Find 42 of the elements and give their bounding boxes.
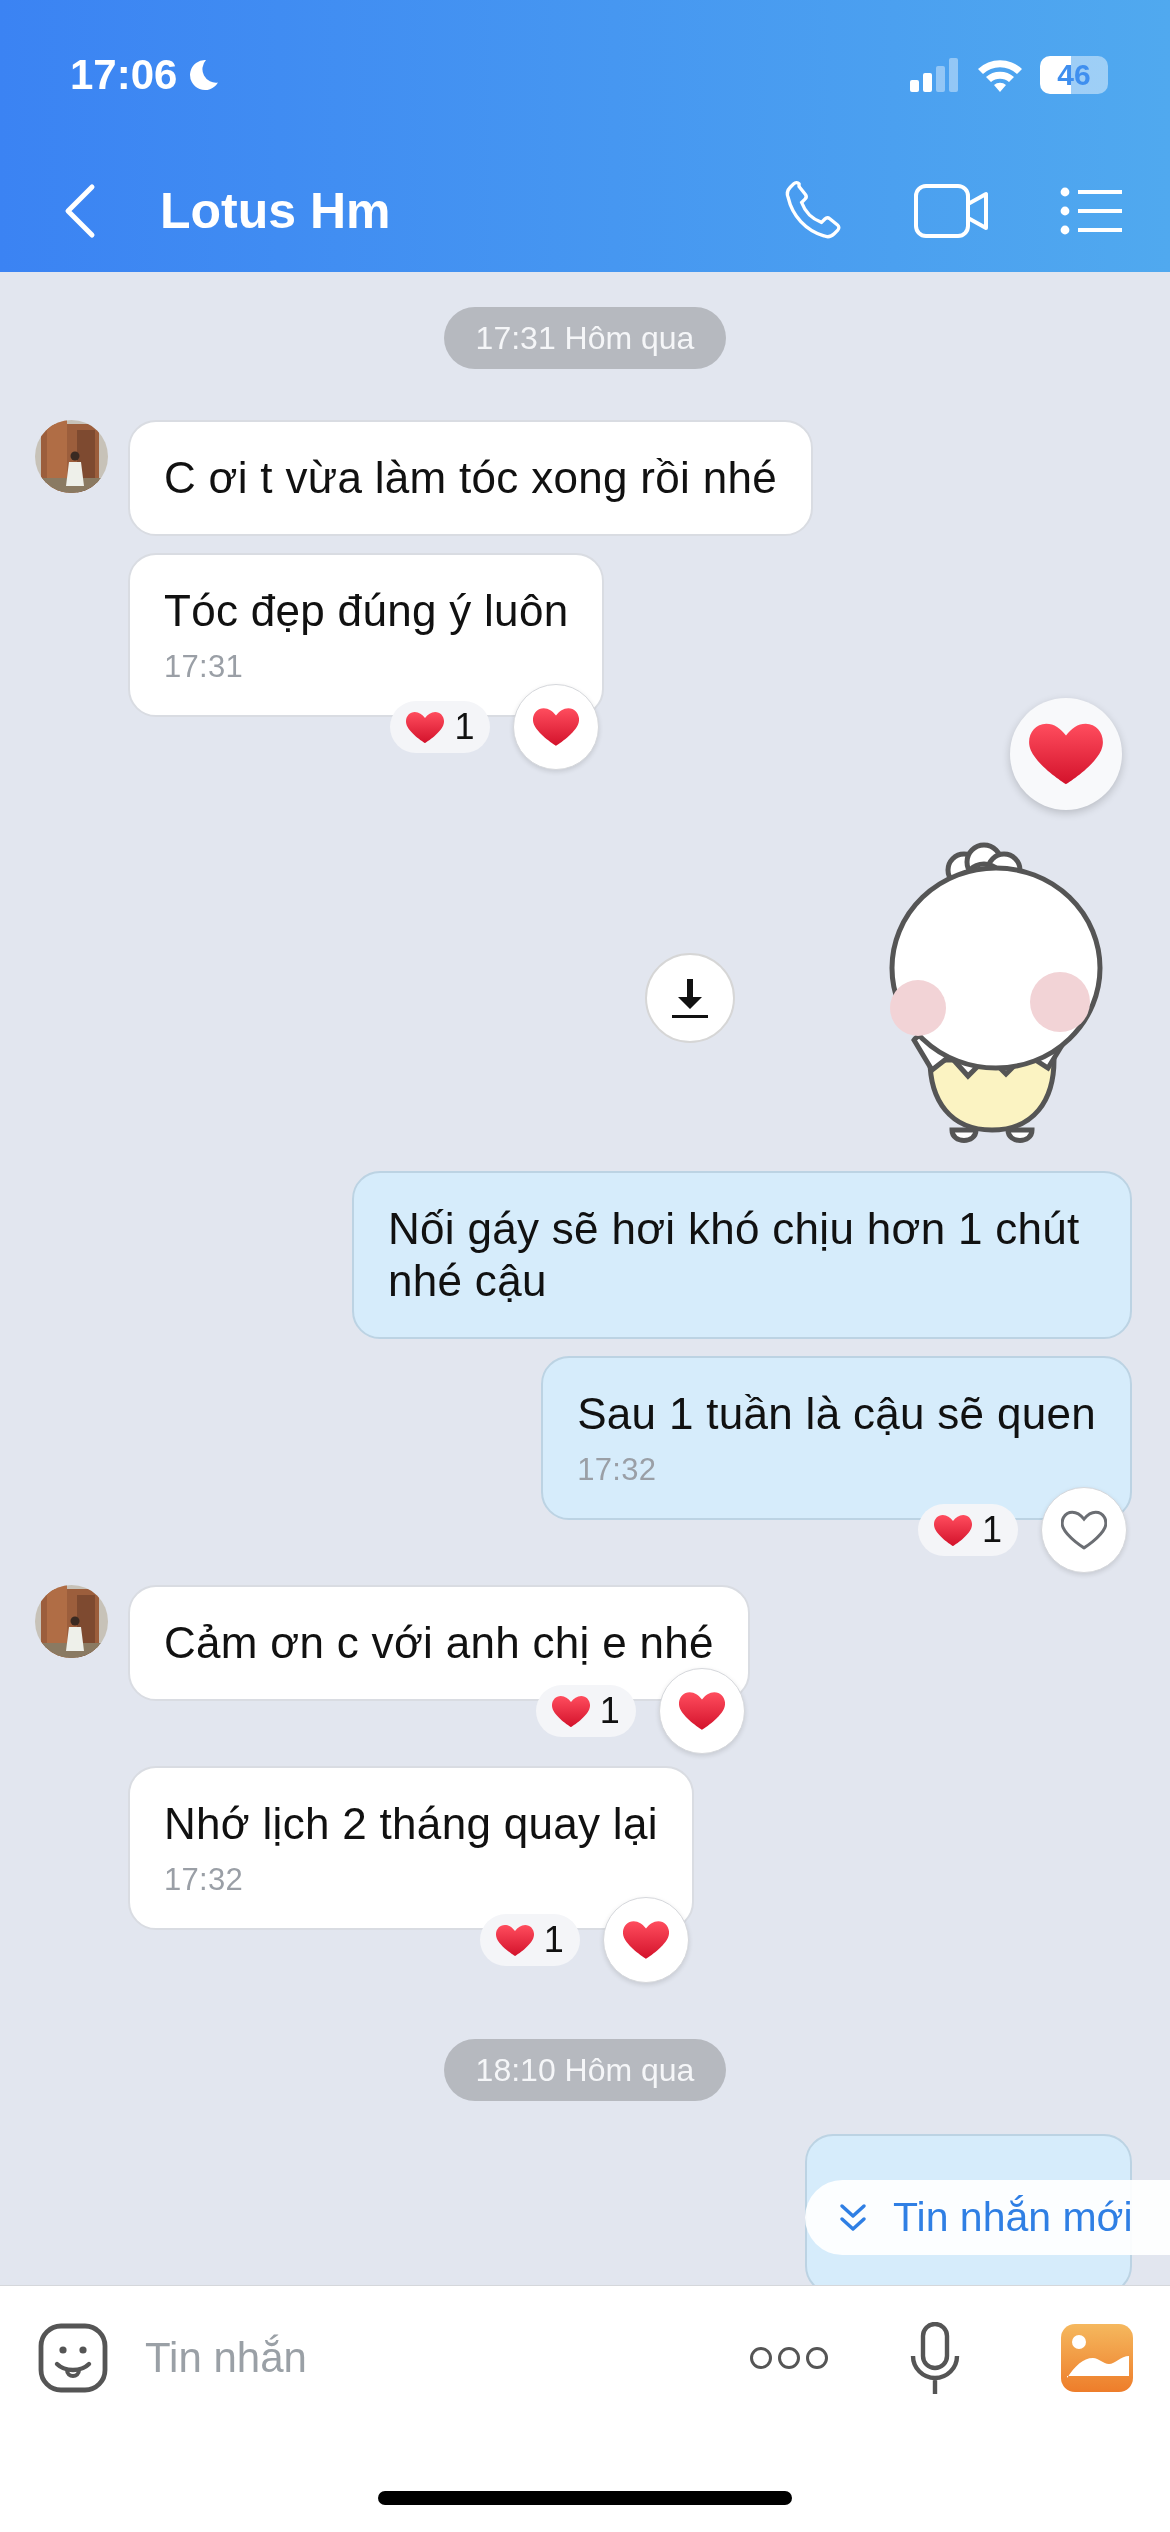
heart-icon: [406, 710, 445, 744]
microphone-icon[interactable]: [909, 2322, 961, 2394]
react-button[interactable]: [513, 684, 600, 770]
reaction-count: 1: [981, 1509, 1002, 1551]
message-text: Nhớ lịch 2 tháng quay lại: [164, 1798, 658, 1850]
chat-title: Lotus Hm: [160, 182, 392, 240]
signal-icon: [910, 58, 960, 92]
reaction-count: 1: [543, 1919, 564, 1961]
heart-icon: [1061, 1510, 1107, 1550]
new-messages-banner[interactable]: Tin nhắn mới: [805, 2180, 1170, 2255]
image-icon[interactable]: [1061, 2324, 1133, 2392]
reaction-count: 1: [454, 706, 475, 748]
video-camera-icon[interactable]: [914, 184, 990, 238]
menu-icon[interactable]: [1060, 187, 1122, 235]
date-label: 17:31 Hôm qua: [443, 307, 727, 369]
heart-icon: [551, 1694, 590, 1728]
message-text: Nối gáy sẽ hơi khó chịu hơn 1 chút nhé cậu: [388, 1203, 1081, 1307]
heart-icon: [933, 1513, 972, 1547]
message-text: Sau 1 tuần là cậu sẽ quen: [577, 1388, 1096, 1440]
message-text: Tóc đẹp đúng ý luôn: [164, 585, 569, 637]
heart-icon: [495, 1923, 534, 1957]
date-label: 18:10 Hôm qua: [443, 2039, 727, 2101]
smiley-icon[interactable]: [37, 2322, 109, 2394]
message-time: 17:32: [164, 1862, 245, 1898]
wifi-icon: [976, 57, 1024, 93]
banner-label: Tin nhắn mới: [893, 2194, 1133, 2241]
react-button[interactable]: [1041, 1487, 1127, 1573]
download-icon: [670, 977, 710, 1019]
heart-icon: [678, 1691, 725, 1731]
message-time: 17:32: [577, 1452, 658, 1488]
message-text: C ơi t vừa làm tóc xong rồi nhé: [164, 452, 777, 504]
reaction-count: 1: [599, 1690, 620, 1732]
clock-time: 17:06: [70, 51, 178, 99]
more-icon[interactable]: [749, 2346, 829, 2370]
double-chevron-down-icon: [839, 2202, 867, 2233]
heart-icon: [533, 707, 580, 747]
message-input[interactable]: Tin nhắn: [143, 2333, 749, 2383]
message-time: 17:31: [164, 649, 245, 685]
heart-icon: [622, 1920, 669, 1960]
message-text: Cảm ơn c với anh chị e nhé: [164, 1617, 714, 1669]
react-button[interactable]: [1010, 698, 1122, 810]
heart-icon: [1029, 722, 1103, 786]
